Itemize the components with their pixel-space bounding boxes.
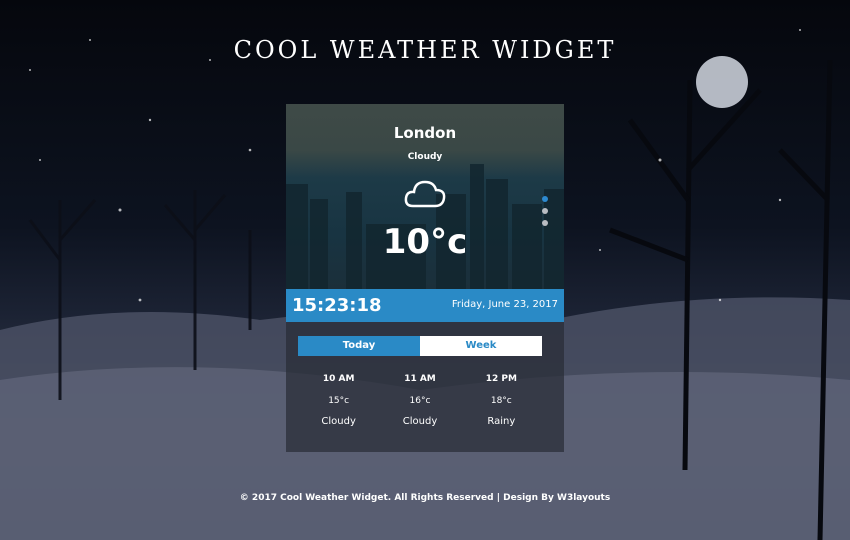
carousel-indicators [542,196,550,232]
forecast-time: 10 AM [322,374,355,384]
forecast-item: 10 AM 15°c Cloudy [298,374,379,427]
time-bar: 15:23:18 Friday, June 23, 2017 [286,289,564,322]
hourly-forecast: 10 AM 15°c Cloudy 11 AM 16°c Cloudy 12 P… [298,374,542,427]
current-date: Friday, June 23, 2017 [451,299,558,310]
tab-today[interactable]: Today [298,336,420,356]
city-name: London [393,124,457,142]
forecast-condition: Rainy [487,416,516,427]
forecast-temp: 16°c [409,396,431,406]
forecast-time: 11 AM [404,374,436,384]
forecast-tabs: Today Week [298,336,542,356]
forecast-time: 12 PM [485,374,517,384]
current-temperature: 10°c [382,222,468,262]
carousel-dot[interactable] [542,208,548,214]
current-condition: Cloudy [407,152,443,162]
page-title: COOL WEATHER WIDGET [233,36,617,64]
forecast-condition: Cloudy [321,416,356,427]
clock-time: 15:23:18 [292,295,382,316]
forecast-temp: 18°c [490,396,512,406]
forecast-item: 12 PM 18°c Rainy [461,374,542,427]
weather-widget: London Cloudy 10°c 15:23:18 Friday, June… [286,104,564,452]
forecast-temp: 15°c [328,396,350,406]
city-panel: London Cloudy 10°c [286,104,564,289]
carousel-dot[interactable] [542,220,548,226]
carousel-dot[interactable] [542,196,548,202]
footer-copyright: © 2017 Cool Weather Widget. All Rights R… [239,493,611,503]
cloud-icon [404,180,446,208]
forecast-item: 11 AM 16°c Cloudy [379,374,460,427]
forecast-condition: Cloudy [402,416,438,427]
tab-week[interactable]: Week [420,336,542,356]
